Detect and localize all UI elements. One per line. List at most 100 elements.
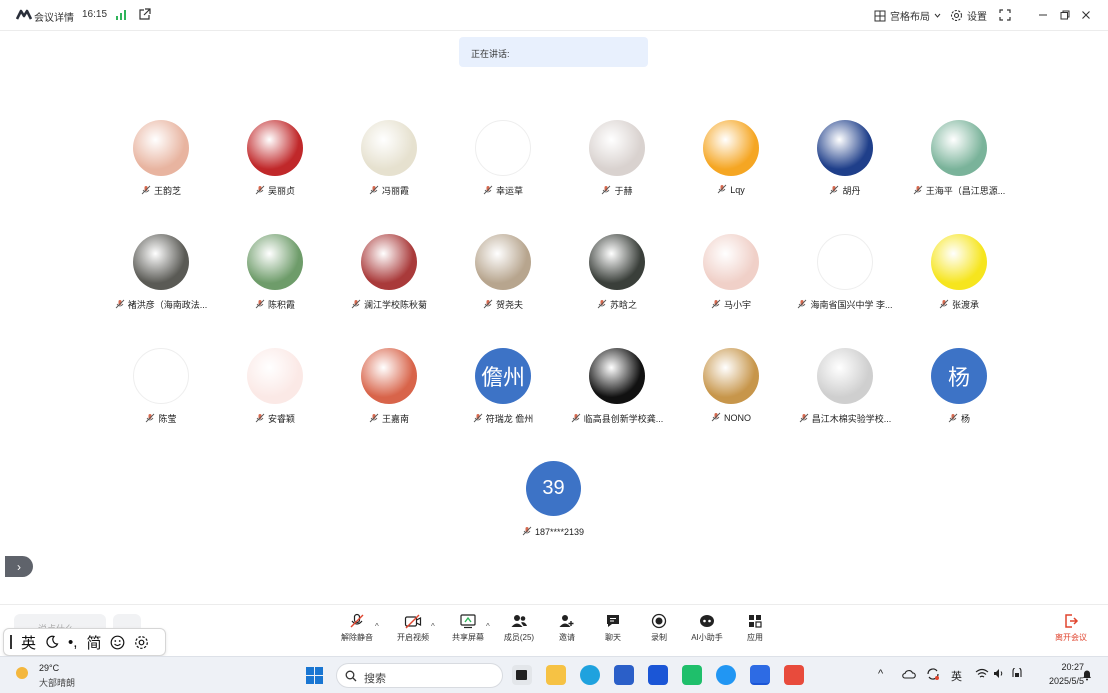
participant-tile[interactable]: 海南省国兴中学 李... — [788, 234, 902, 324]
invite-user-icon — [559, 615, 574, 627]
participant-tile[interactable]: 安睿颖 — [218, 348, 332, 438]
lenovo-app-icon[interactable] — [648, 665, 668, 685]
participant-name-text: 王韵芝 — [153, 186, 181, 196]
onedrive-icon[interactable] — [902, 669, 916, 679]
tencent-meeting-taskbar-icon[interactable] — [750, 665, 770, 685]
meeting-details-link[interactable]: 会议详情 — [34, 9, 74, 24]
restore-icon[interactable] — [1059, 9, 1071, 21]
participant-tile[interactable]: 马小宇 — [674, 234, 788, 324]
tray-overflow-icon[interactable]: ^ — [878, 668, 883, 680]
settings-button[interactable]: 设置 — [950, 8, 987, 23]
leave-meeting-button[interactable]: 离开会议 — [1048, 613, 1094, 643]
apps-icon — [749, 615, 762, 628]
participant-tile[interactable]: 39 187****2139 — [496, 461, 610, 541]
fullscreen-icon[interactable] — [999, 9, 1011, 21]
mic-off-icon — [602, 185, 611, 195]
participant-tile[interactable]: 苏晗之 — [560, 234, 674, 324]
participant-tile[interactable]: 王韵芝 — [104, 120, 218, 210]
participant-tile[interactable]: 胡丹 — [788, 120, 902, 210]
ime-language-toggle[interactable]: 英 — [21, 632, 36, 653]
participant-name: 187****2139 — [496, 526, 610, 537]
search-icon — [345, 670, 357, 682]
participant-tile[interactable]: 陈积霞 — [218, 234, 332, 324]
participant-name-text: 幸运草 — [495, 186, 523, 196]
video-options-caret[interactable]: ^ — [431, 622, 435, 631]
unmute-options-caret[interactable]: ^ — [375, 622, 379, 631]
close-icon[interactable] — [1080, 9, 1092, 21]
participant-tile[interactable]: 陈莹 — [104, 348, 218, 438]
participant-tile[interactable]: 王海平（昌江思源... — [902, 120, 1016, 210]
moon-icon[interactable] — [45, 635, 59, 649]
participant-tile[interactable]: Lqy — [674, 120, 788, 210]
participant-tile[interactable]: 王嘉南 — [332, 348, 446, 438]
task-view-icon[interactable] — [512, 665, 532, 685]
emoji-icon[interactable] — [110, 635, 125, 650]
avatar — [361, 234, 417, 290]
battery-icon[interactable] — [1011, 668, 1024, 679]
participant-tile[interactable]: 杨杨 — [902, 348, 1016, 438]
ie-browser-icon[interactable] — [716, 665, 736, 685]
participant-tile[interactable]: 于赫 — [560, 120, 674, 210]
wps-office-icon[interactable] — [784, 665, 804, 685]
ime-indicator[interactable]: 英 — [951, 668, 962, 684]
ime-punctuation-toggle[interactable]: •, — [68, 634, 77, 651]
windows-taskbar: 29°C 大部晴朗 搜索 ^ 英 20:27 2025/5/5 — [0, 656, 1108, 693]
participant-tile[interactable]: 张渡承 — [902, 234, 1016, 324]
weather-icon[interactable] — [14, 664, 34, 682]
volume-icon[interactable] — [993, 668, 1005, 679]
ai-assistant-button[interactable]: AI小助手 — [684, 613, 730, 645]
avatar — [247, 234, 303, 290]
grid-layout-button[interactable]: 宫格布局 — [874, 8, 941, 23]
title-divider — [0, 30, 1108, 31]
mic-off-icon — [141, 185, 151, 195]
participant-name-text: 符瑞龙 儋州 — [485, 414, 534, 424]
taskbar-search[interactable]: 搜索 — [336, 663, 503, 688]
participant-tile[interactable]: NONO — [674, 348, 788, 438]
minimize-icon[interactable] — [1037, 9, 1049, 21]
wechat-icon[interactable] — [682, 665, 702, 685]
unmute-button[interactable]: 解除静音 — [334, 613, 380, 645]
participant-tile[interactable]: 幸运草 — [446, 120, 560, 210]
record-button[interactable]: 录制 — [636, 613, 682, 645]
gear-icon[interactable] — [134, 635, 149, 650]
wifi-icon[interactable] — [975, 668, 989, 679]
ime-simplified-toggle[interactable]: 简 — [86, 632, 101, 653]
participant-name-text: 海南省国兴中学 李... — [810, 300, 893, 310]
invite-button[interactable]: 邀请 — [544, 613, 590, 645]
participant-name: 胡丹 — [788, 184, 902, 197]
apps-button[interactable]: 应用 — [732, 613, 778, 645]
participant-tile[interactable]: 吴丽贞 — [218, 120, 332, 210]
signal-icon[interactable] — [115, 9, 127, 20]
participant-tile[interactable]: 儋州 符瑞龙 儋州 — [446, 348, 560, 438]
ime-drag-handle[interactable] — [10, 635, 12, 649]
participant-name: 陈莹 — [104, 412, 218, 425]
participant-tile[interactable]: 临高县创新学校龚... — [560, 348, 674, 438]
chat-button[interactable]: 聊天 — [590, 613, 636, 645]
participant-name-text: 王海平（昌江思源... — [925, 186, 1006, 196]
share-screen-button[interactable]: 共享屏幕 — [445, 613, 491, 645]
mic-off-icon — [146, 413, 155, 423]
store-icon[interactable] — [614, 665, 634, 685]
participant-tile[interactable]: 褚洪彦（海南政法... — [104, 234, 218, 324]
popout-icon[interactable] — [138, 8, 151, 21]
members-button[interactable]: 成员(25) — [496, 613, 542, 645]
start-video-button[interactable]: 开启视频 — [390, 613, 436, 645]
participant-tile[interactable]: 昌江木棉实验学校... — [788, 348, 902, 438]
edge-browser-icon[interactable] — [580, 665, 600, 685]
windows-start-icon[interactable] — [306, 667, 323, 684]
participant-tile[interactable]: 澜江学校陈秋菊 — [332, 234, 446, 324]
participant-name: 幸运草 — [446, 184, 560, 197]
participant-name: 海南省国兴中学 李... — [788, 298, 902, 311]
participant-name: 张渡承 — [902, 298, 1016, 311]
participant-tile[interactable]: 贺尧夫 — [446, 234, 560, 324]
file-explorer-icon[interactable] — [546, 665, 566, 685]
share-options-caret[interactable]: ^ — [486, 622, 490, 631]
avatar — [133, 234, 189, 290]
notification-bell-icon[interactable] — [1081, 668, 1093, 681]
clock-time[interactable]: 20:27 — [1044, 662, 1084, 672]
mic-off-icon — [798, 299, 807, 309]
expand-sidebar-button[interactable]: › — [5, 556, 33, 577]
sync-icon[interactable] — [926, 667, 940, 681]
clock-date[interactable]: 2025/5/5 — [1034, 676, 1084, 686]
participant-tile[interactable]: 冯丽霞 — [332, 120, 446, 210]
